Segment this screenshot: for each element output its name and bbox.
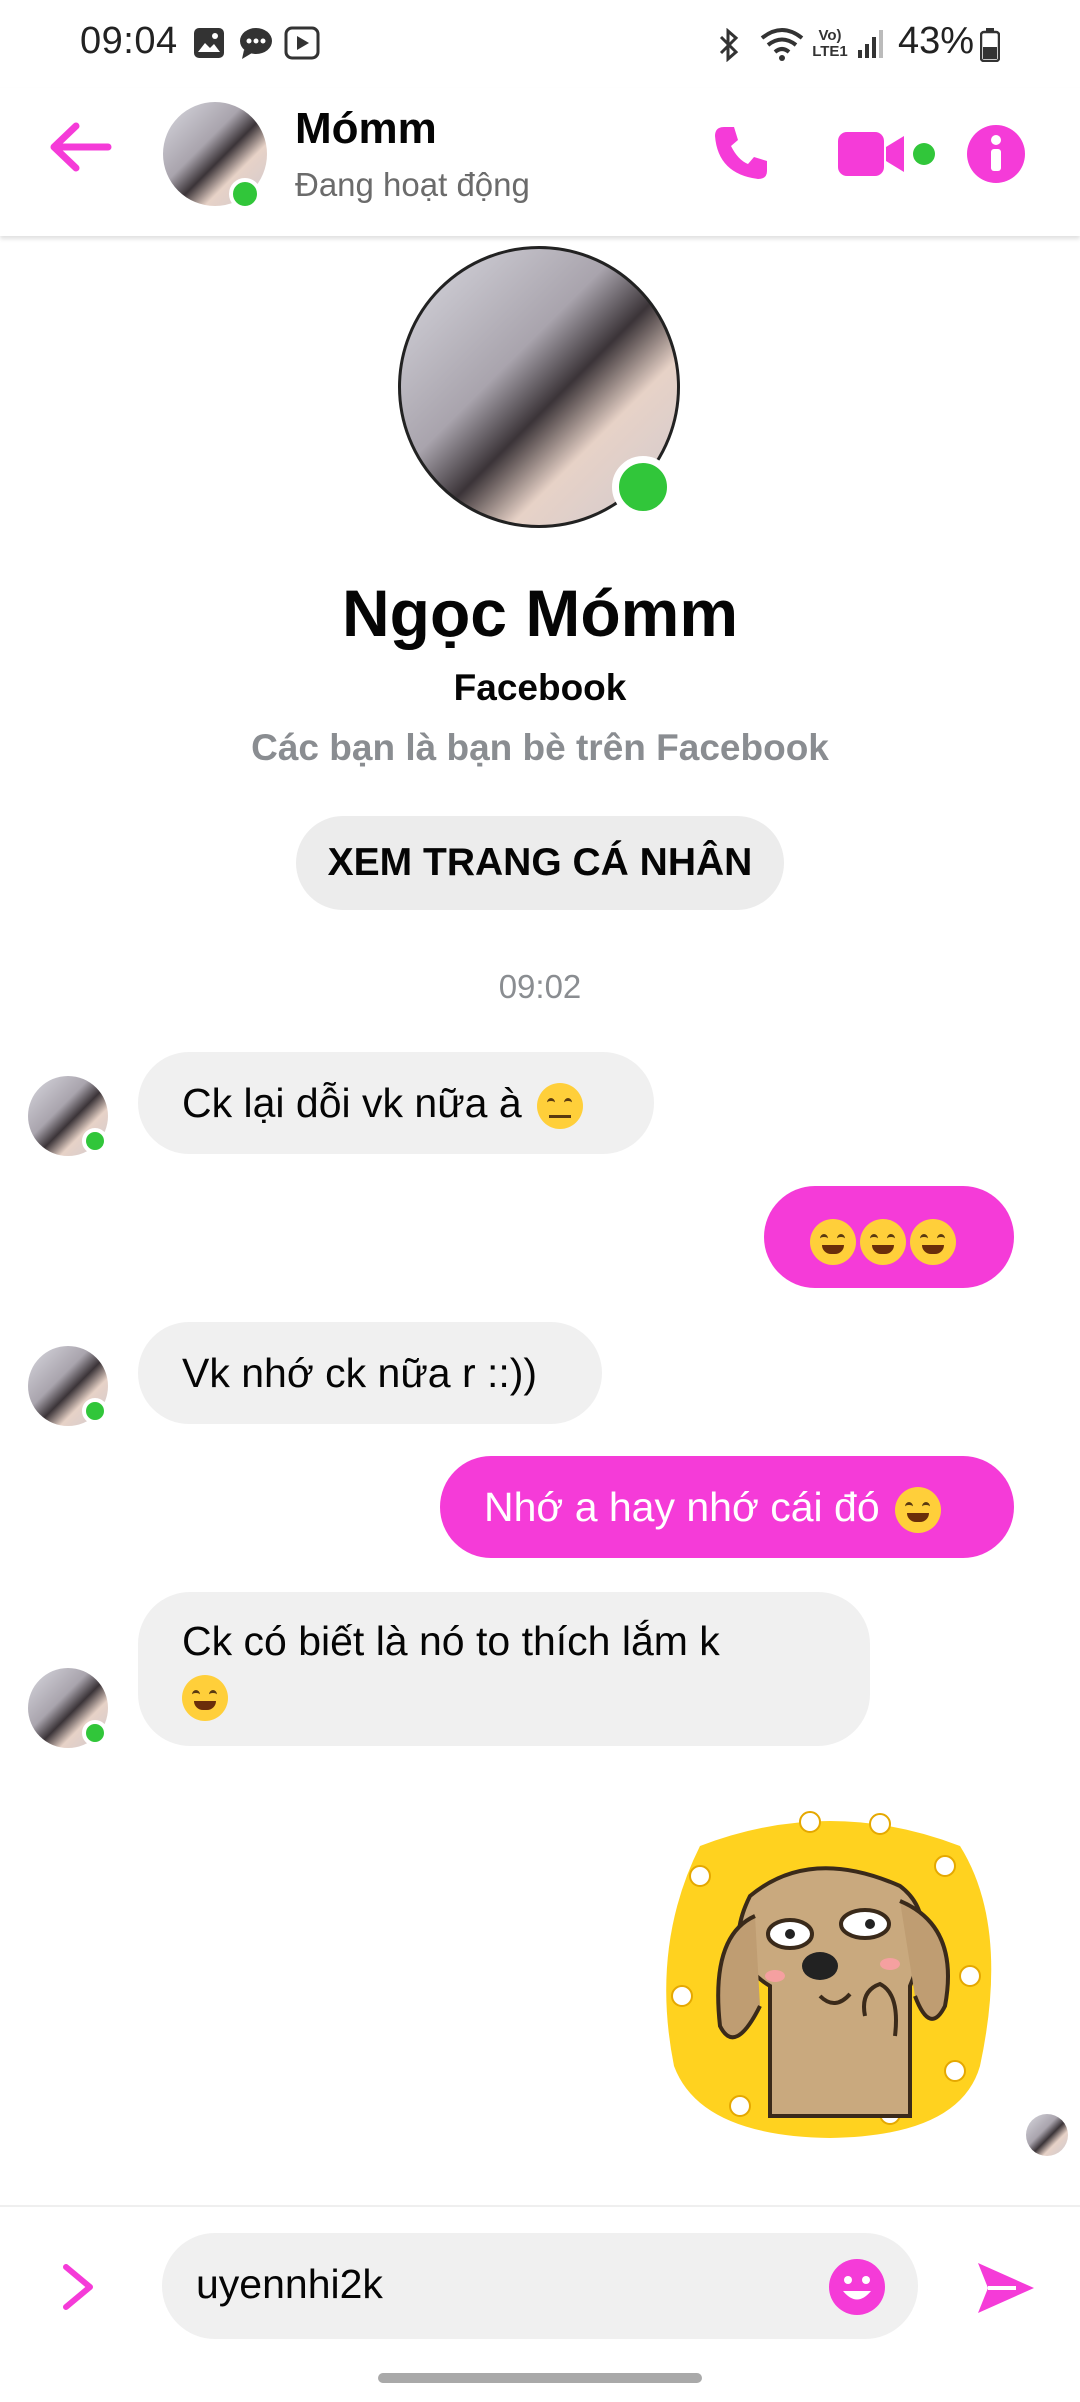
message-text: Ck lại dỗi vk nữa à (182, 1080, 522, 1126)
header-online-indicator (229, 178, 261, 210)
laughing-emoji-icon (910, 1219, 956, 1266)
phone-call-icon[interactable] (712, 124, 770, 182)
back-arrow-icon[interactable] (50, 122, 112, 172)
status-time: 09:04 (80, 20, 178, 62)
expand-actions-icon[interactable] (60, 2262, 96, 2312)
sender-online-indicator (82, 1128, 108, 1154)
profile-platform: Facebook (453, 667, 627, 708)
profile-online-indicator (612, 456, 674, 518)
timestamp-separator: 09:02 (498, 968, 582, 1005)
info-icon[interactable] (966, 124, 1026, 184)
emoji-picker-icon[interactable] (828, 2258, 886, 2316)
message-text: Vk nhớ ck nữa r ::)) (182, 1350, 538, 1396)
message-bubble-incoming[interactable]: Ck có biết là nó to thích lắm k (138, 1592, 870, 1746)
bluetooth-icon (719, 28, 739, 62)
send-icon[interactable] (976, 2260, 1036, 2316)
wifi-icon (760, 28, 804, 61)
battery-icon (980, 28, 1000, 62)
signal-icon (858, 30, 883, 58)
message-bubble-outgoing[interactable] (764, 1186, 1014, 1288)
view-profile-button[interactable]: XEM TRANG CÁ NHÂN (296, 816, 784, 910)
laughing-emoji-icon (810, 1219, 856, 1266)
message-bubble-incoming[interactable]: Ck lại dỗi vk nữa à (138, 1052, 654, 1154)
friendship-note: Các bạn là bạn bè trên Facebook (251, 727, 829, 768)
grinning-emoji-icon (895, 1487, 942, 1534)
volte-label: Vo) LTE1 (812, 27, 848, 60)
status-bar: 09:04 Vo) LTE1 43% (0, 0, 1080, 88)
message-bubble-incoming[interactable]: Vk nhớ ck nữa r ::)) (138, 1322, 602, 1424)
active-status: Đang hoạt động (295, 166, 530, 203)
message-input[interactable] (196, 2261, 796, 2308)
seen-receipt-avatar (1026, 2114, 1068, 2156)
gallery-notification-icon (194, 28, 224, 58)
video-notification-icon (284, 26, 320, 60)
video-call-icon[interactable] (838, 130, 936, 178)
laughing-emoji-icon (860, 1219, 906, 1266)
contact-name: Mómm (295, 104, 437, 153)
chat-header (0, 88, 1080, 236)
home-indicator[interactable] (378, 2373, 702, 2383)
message-bubble-outgoing[interactable]: Nhớ a hay nhớ cái đó (440, 1456, 1014, 1558)
sender-online-indicator (82, 1398, 108, 1424)
profile-name: Ngọc Mómm (342, 576, 738, 650)
messages-notification-icon (240, 28, 272, 59)
sticker-dog-icon[interactable] (660, 1806, 1000, 2138)
unamused-emoji-icon (537, 1083, 584, 1130)
sender-online-indicator (82, 1720, 108, 1746)
winking-emoji-icon (182, 1675, 228, 1722)
battery-percent: 43% (898, 20, 975, 62)
message-text: Nhớ a hay nhớ cái đó (484, 1484, 880, 1530)
message-text: Ck có biết là nó to thích lắm k (182, 1618, 720, 1664)
